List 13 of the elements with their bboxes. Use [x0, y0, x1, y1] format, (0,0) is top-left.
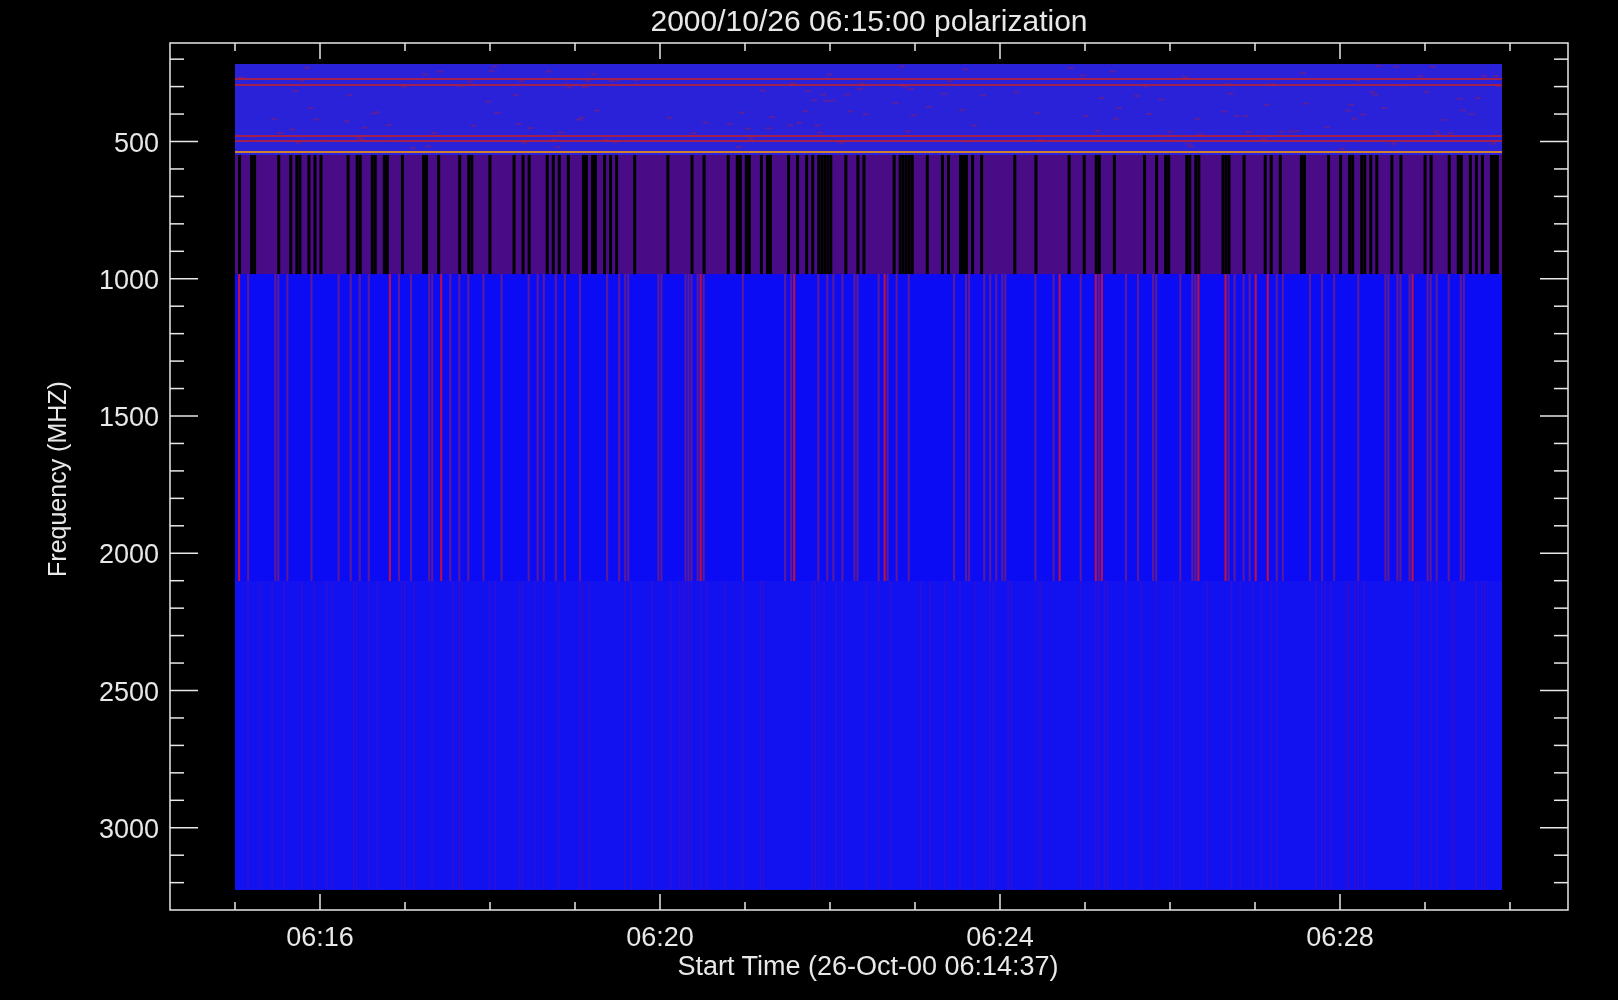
- x-tick-label: 06:28: [1306, 922, 1374, 952]
- y-tick-label: 1500: [98, 402, 159, 432]
- x-tick-label: 06:16: [286, 922, 354, 952]
- x-axis-label: Start Time (26-Oct-00 06:14:37): [677, 951, 1059, 981]
- plot-title: 2000/10/26 06:15:00 polarization: [650, 4, 1088, 37]
- y-tick-label: 500: [113, 127, 159, 158]
- y-tick-label: 2500: [98, 676, 159, 707]
- y-tick-label: 2000: [98, 539, 159, 570]
- y-tick-label: 3000: [98, 813, 159, 844]
- y-tick-label: 1000: [98, 264, 159, 295]
- y-axis-label: Frequency (MHZ): [43, 381, 71, 577]
- x-tick-label: 06:24: [966, 922, 1034, 952]
- x-tick-label: 06:20: [626, 922, 694, 952]
